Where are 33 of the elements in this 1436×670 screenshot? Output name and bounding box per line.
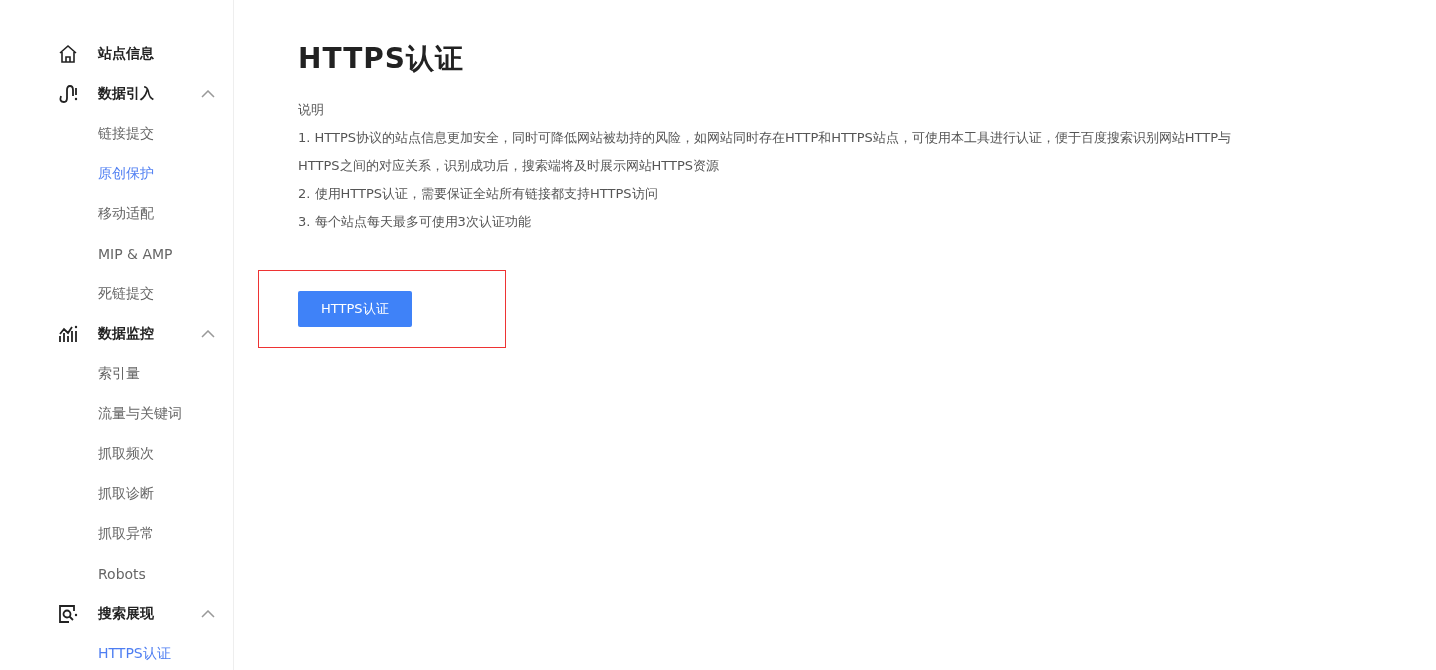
note-text: 1. HTTPS协议的站点信息更加安全，同时可降低网站被劫持的风险，如网站同时存在HTTP和HTTPS站点，可使用本工具进行认证，便于百度搜索识别网站HTTP与HTTPS之间的对应关系，识别成功后，搜索端将及时展示网站HTTPS资源 (298, 129, 1233, 175)
sidebar-item[interactable]: HTTPS认证 (98, 645, 171, 663)
chevron-up-icon[interactable] (201, 330, 215, 338)
group-label: 数据监控 (98, 325, 155, 343)
sidebar-item[interactable]: 抓取频次 (98, 445, 154, 463)
sidebar-item[interactable]: Robots (98, 566, 146, 582)
bar-chart-icon (58, 324, 78, 344)
sidebar-group[interactable]: 站点信息 (0, 34, 233, 74)
sidebar-group[interactable]: 数据监控 (0, 314, 233, 354)
hook-icon (58, 84, 78, 104)
sidebar-item[interactable]: 索引量 (98, 365, 140, 383)
sidebar-item[interactable]: 原创保护 (98, 165, 154, 183)
chevron-up-icon[interactable] (201, 610, 215, 618)
page-title: HTTPS认证 (298, 41, 465, 77)
house-icon (58, 44, 78, 64)
group-label: 站点信息 (98, 45, 155, 63)
note-heading: 说明 (298, 101, 325, 119)
sidebar-item[interactable]: 流量与关键词 (98, 405, 182, 423)
sidebar-item[interactable]: 移动适配 (98, 205, 154, 223)
sidebar-item[interactable]: 链接提交 (98, 125, 154, 143)
chevron-up-icon[interactable] (201, 90, 215, 98)
sidebar-item[interactable]: 抓取诊断 (98, 485, 154, 503)
search-icon (58, 604, 78, 624)
note-text: 3. 每个站点每天最多可使用3次认证功能 (298, 213, 532, 231)
note-text: 2. 使用HTTPS认证，需要保证全站所有链接都支持HTTPS访问 (298, 185, 659, 203)
sidebar-group[interactable]: 搜索展现 (0, 594, 233, 634)
group-label: 数据引入 (98, 85, 155, 103)
sidebar-item[interactable]: MIP & AMP (98, 246, 173, 262)
group-label: 搜索展现 (98, 605, 155, 623)
sidebar-group[interactable]: 数据引入 (0, 74, 233, 114)
https-verify-button[interactable]: HTTPS认证 (298, 291, 412, 327)
sidebar-item[interactable]: 抓取异常 (98, 525, 154, 543)
sidebar-item[interactable]: 死链提交 (98, 285, 154, 303)
